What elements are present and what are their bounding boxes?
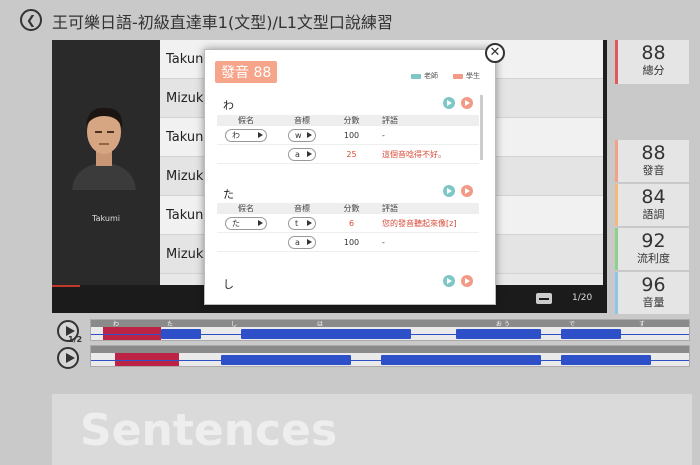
teacher-waveform[interactable]: わ た し は お う で す [90,319,690,341]
volume-score-card[interactable]: 96 音量 [615,272,689,314]
waveform-signal [561,329,621,339]
play-student-icon[interactable] [461,185,473,197]
close-icon[interactable]: ✕ [485,43,505,63]
play-teacher-icon[interactable] [443,185,455,197]
segment-label: は [317,321,324,328]
playback-rate[interactable]: 1/2 [68,335,82,344]
phoneme-comment: - [382,237,385,247]
speaker-name: Takumi [92,214,120,223]
col-score: 分數 [343,204,360,213]
waveform-signal [561,355,651,365]
speaker-panel: Takumi [52,40,160,285]
fluency-score-card[interactable]: 92 流利度 [615,228,689,270]
sentences-heading: Sentences [80,405,338,456]
waveform-signal [221,355,351,365]
waveform-signal [381,355,541,365]
section-kana: わ [223,99,234,112]
section-kana: た [223,188,234,201]
play-teacher-icon[interactable] [443,275,455,287]
phoneme-score: 6 [348,218,355,228]
play-teacher-icon[interactable] [443,97,455,109]
col-comment: 評語 [382,204,398,213]
fluency-score-label: 流利度 [637,252,670,265]
fluency-score-value: 92 [641,230,666,252]
play-student-icon[interactable] [461,97,473,109]
student-waveform[interactable] [90,345,690,367]
speaker-avatar [66,98,142,190]
intonation-score-card[interactable]: 84 語調 [615,184,689,226]
col-score: 分數 [343,116,360,125]
back-arrow-icon[interactable]: ❮ [20,9,42,31]
intonation-score-value: 84 [641,186,666,208]
waveform-signal [456,329,541,339]
segment-label: た [167,321,174,328]
phonetic-play-button[interactable]: w [288,128,316,142]
play-student-icon[interactable] [461,275,473,287]
phonetic-play-button[interactable]: t [288,216,316,230]
kana-play-button[interactable]: た [225,216,267,230]
pronunciation-score-value: 88 [641,142,666,164]
phoneme-score: 100 [343,237,360,247]
phoneme-comment: 這個音唸得不好。 [382,149,446,159]
phonetic-play-button[interactable]: a [288,147,316,161]
waveform-signal [241,329,411,339]
col-kana: 假名 [238,204,254,213]
pronunciation-score-badge: 發音 88 [215,61,278,83]
popup-scrollbar[interactable] [480,95,483,160]
table-row: わ w 100 - [217,126,479,145]
pronunciation-score-label: 發音 [642,164,665,177]
table-row: た t 6 您的發音聽起來像[z] [217,214,479,233]
total-score-value: 88 [641,42,666,64]
segment-label: し [231,321,238,328]
segment-label: で [569,321,576,328]
col-phonetic: 音標 [294,204,310,213]
total-score-label: 總分 [642,64,665,77]
phoneme-comment: 您的發音聽起來像[z] [382,218,457,228]
page-title: 王可樂日語-初級直達車1(文型)/L1文型口說練習 [52,13,393,32]
volume-score-value: 96 [641,274,666,296]
page-counter: 1/20 [572,293,593,303]
total-score-card: 88 總分 [615,40,689,84]
col-phonetic: 音標 [294,116,310,125]
waveform-signal [161,329,201,339]
waveform-segment-bar [91,346,689,353]
table-row: a 100 - [217,233,479,252]
col-kana: 假名 [238,116,254,125]
table-header: 假名 音標 分數 評語 [217,115,479,126]
segment-label: お う [496,321,510,328]
phoneme-table: 假名 音標 分數 評語 わ w 100 - a 25 這個音唸得不好。 [217,115,479,164]
phoneme-score: 100 [343,130,360,140]
legend-student-label: 學生 [466,72,480,80]
kana-play-button[interactable]: わ [225,128,267,142]
video-progress-bar[interactable] [52,285,80,287]
section-kana: し [223,278,234,291]
subtitle-icon[interactable] [536,293,552,304]
phonetic-play-button[interactable]: a [288,235,316,249]
volume-score-label: 音量 [642,296,665,309]
legend-teacher: 老師 [411,71,438,81]
segment-label: す [639,321,646,328]
waveform-segment-bar: わ た し は お う で す [91,320,689,328]
pronunciation-detail-popup: 發音 88 老師 學生 わ 假名 音標 分數 評語 わ w 100 - a 25… [204,49,496,305]
col-comment: 評語 [382,116,398,125]
legend-teacher-label: 老師 [424,72,438,80]
phoneme-comment: - [382,130,385,140]
intonation-score-label: 語調 [642,208,665,221]
legend-student: 學生 [453,71,480,81]
table-header: 假名 音標 分數 評語 [217,203,479,214]
phoneme-score: 25 [346,149,357,159]
play-student-audio-button[interactable] [57,347,79,369]
phoneme-table: 假名 音標 分數 評語 た t 6 您的發音聽起來像[z] a 100 - [217,203,479,252]
pronunciation-score-card[interactable]: 88 發音 [615,140,689,182]
table-row: a 25 這個音唸得不好。 [217,145,479,164]
